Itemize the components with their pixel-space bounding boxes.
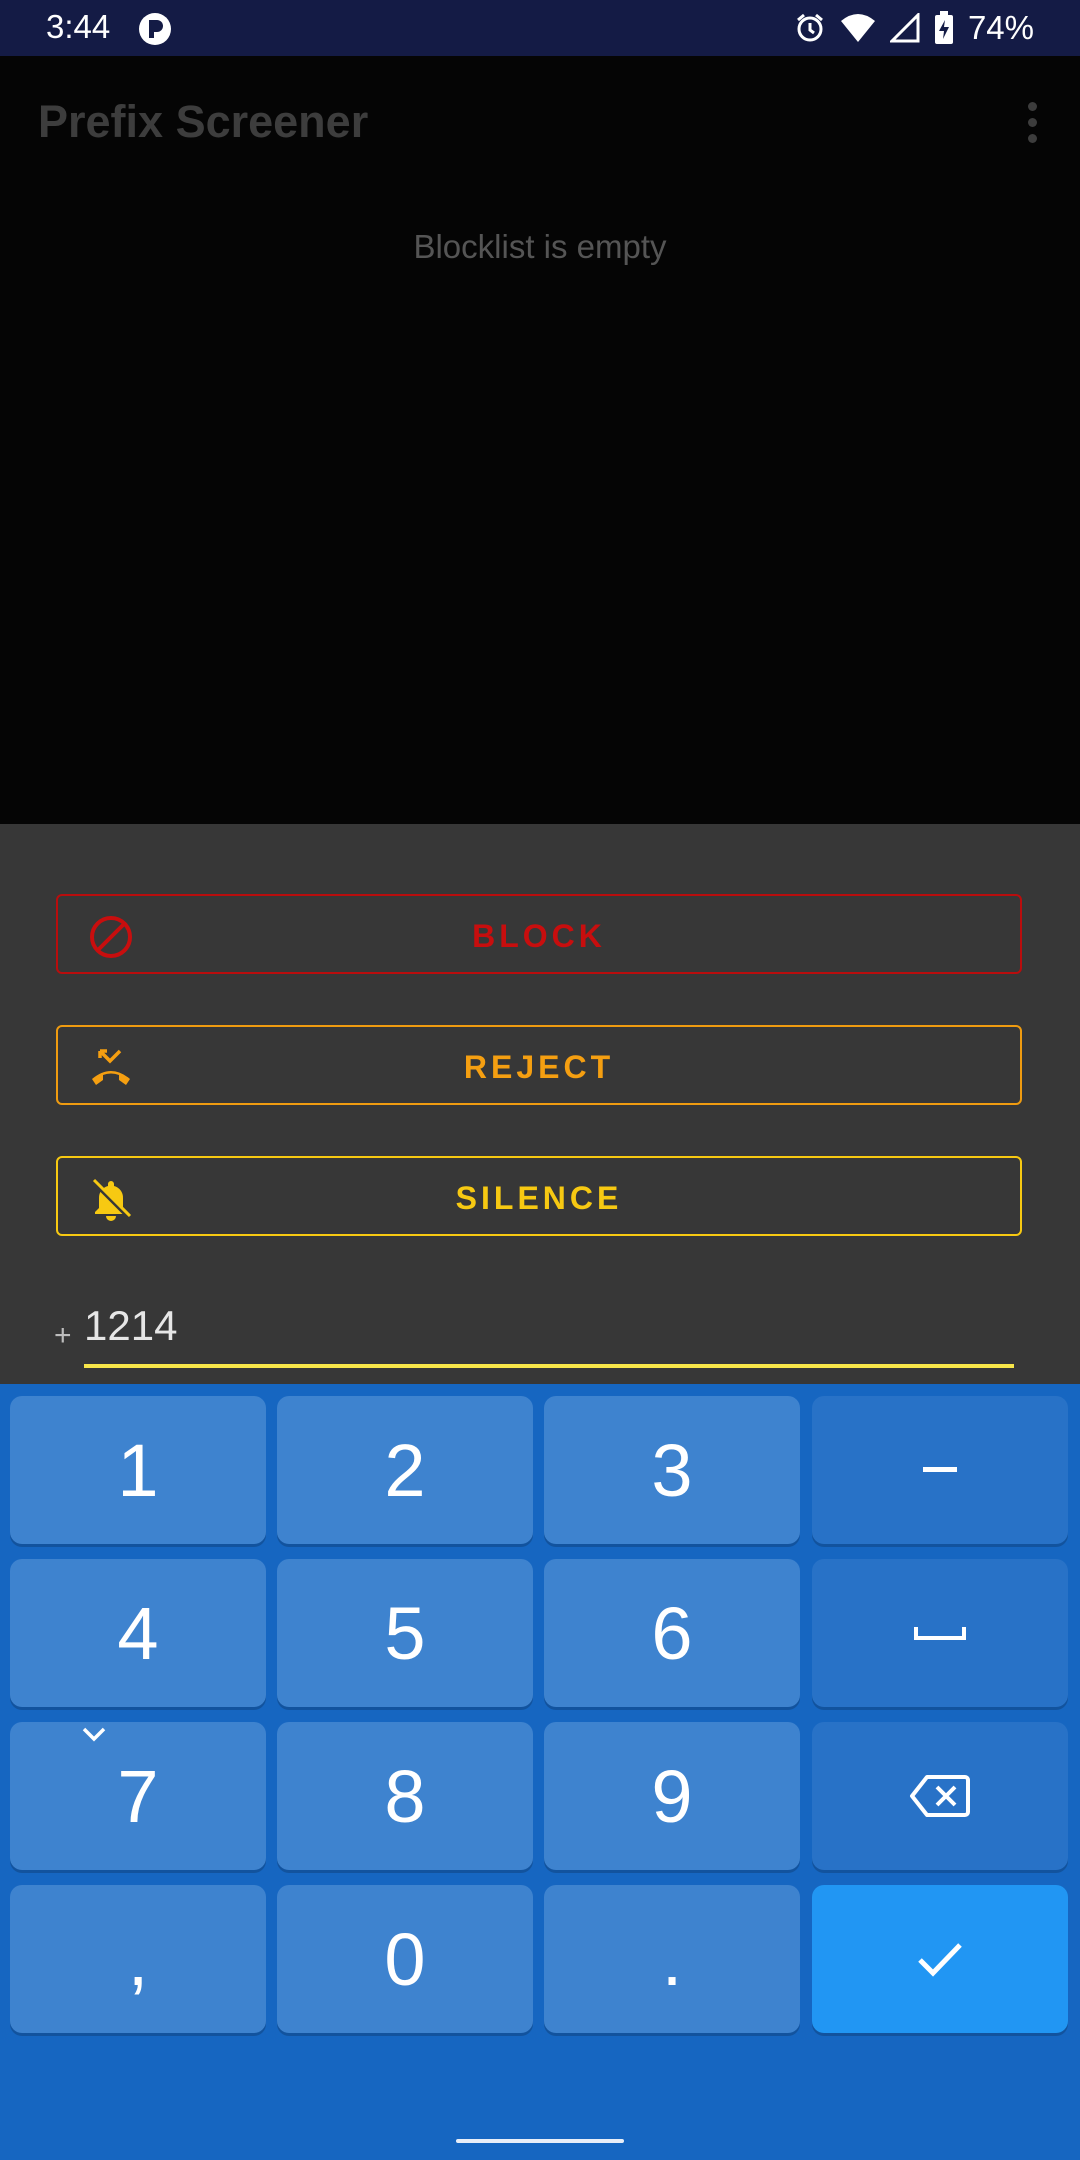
key-comma[interactable]: ,	[10, 1885, 266, 2033]
space-icon	[914, 1627, 966, 1640]
reject-button[interactable]: REJECT	[56, 1025, 1022, 1105]
key-done[interactable]	[812, 1885, 1068, 2033]
key-backspace[interactable]	[812, 1722, 1068, 1870]
status-time: 3:44	[46, 8, 111, 45]
status-bar: 3:44 74%	[0, 0, 1080, 56]
alarm-icon	[796, 13, 823, 42]
key-3[interactable]: 3	[544, 1396, 800, 1544]
key-dash[interactable]	[812, 1396, 1068, 1544]
key-0[interactable]: 0	[277, 1885, 533, 2033]
key-4[interactable]: 4	[10, 1559, 266, 1707]
key-8[interactable]: 8	[277, 1722, 533, 1870]
key-6[interactable]: 6	[544, 1559, 800, 1707]
check-icon	[918, 1943, 962, 1977]
app-notification-icon	[139, 13, 171, 45]
key-2[interactable]: 2	[277, 1396, 533, 1544]
chevron-down-icon[interactable]	[76, 1716, 112, 1752]
overflow-menu-icon[interactable]	[1022, 102, 1042, 146]
silence-label: SILENCE	[455, 1180, 623, 1216]
app-title: Prefix Screener	[38, 96, 369, 147]
key-1[interactable]: 1	[10, 1396, 266, 1544]
silence-button[interactable]: SILENCE	[56, 1156, 1022, 1236]
prefix-number-input[interactable]: 1214	[84, 1302, 1014, 1358]
key-space[interactable]	[812, 1559, 1068, 1707]
battery-percentage: 74%	[967, 9, 1034, 46]
input-underline	[84, 1364, 1014, 1368]
wifi-icon	[840, 14, 875, 42]
country-prefix: +	[54, 1319, 72, 1352]
app-bar: Prefix Screener	[0, 56, 1080, 192]
numeric-keyboard: 1 2 3 4 5 6 7 8 9 , 0 .	[0, 1384, 1080, 2160]
key-5[interactable]: 5	[277, 1559, 533, 1707]
key-9[interactable]: 9	[544, 1722, 800, 1870]
backspace-icon	[910, 1775, 970, 1817]
dash-icon	[923, 1467, 957, 1472]
key-7[interactable]: 7	[10, 1722, 266, 1870]
reject-label: REJECT	[463, 1049, 615, 1085]
gesture-bar	[456, 2139, 624, 2143]
block-button[interactable]: BLOCK	[56, 894, 1022, 974]
block-label: BLOCK	[472, 918, 606, 954]
status-icons: 74%	[794, 8, 1034, 48]
battery-charging-icon	[934, 11, 953, 44]
cell-signal-icon	[889, 13, 920, 43]
key-period[interactable]: .	[544, 1885, 800, 2033]
empty-state-message: Blocklist is empty	[413, 228, 667, 265]
add-prefix-sheet: BLOCK REJECT SILENCE + 1214	[0, 824, 1080, 1384]
